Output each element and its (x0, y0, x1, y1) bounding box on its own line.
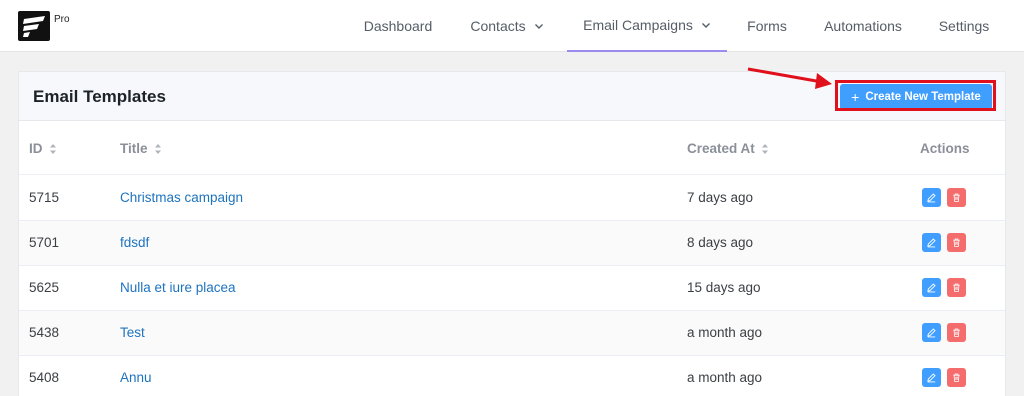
nav-forms-label: Forms (747, 18, 787, 34)
column-actions-label: Actions (920, 141, 970, 156)
template-title-link[interactable]: Test (120, 325, 145, 340)
page-title: Email Templates (33, 87, 166, 106)
column-created-at-label: Created At (687, 141, 755, 156)
template-id: 5408 (29, 370, 60, 385)
fluentcrm-logo[interactable] (18, 11, 50, 41)
nav-settings-label: Settings (938, 18, 990, 34)
nav-dashboard[interactable]: Dashboard (355, 0, 441, 52)
nav-automations-label: Automations (824, 18, 902, 34)
nav-forms[interactable]: Forms (738, 0, 796, 52)
template-created-at: a month ago (687, 370, 763, 385)
template-title-link[interactable]: Annu (120, 370, 152, 385)
table-header: ID Title Created At Actions (19, 122, 1005, 175)
trash-icon (953, 328, 960, 337)
nav-email-campaigns[interactable]: Email Campaigns (567, 0, 727, 52)
template-created-at: a month ago (687, 325, 763, 340)
pencil-icon (927, 328, 936, 338)
pencil-icon (927, 238, 936, 248)
template-id: 5438 (29, 325, 60, 340)
trash-icon (953, 283, 960, 292)
delete-button[interactable] (947, 323, 966, 342)
template-id: 5715 (29, 190, 60, 205)
edit-button[interactable] (922, 278, 941, 297)
pencil-icon (927, 283, 936, 293)
sort-icon (154, 143, 161, 154)
nav-contacts-label: Contacts (470, 18, 526, 34)
table-row: 5701 fdsdf 8 days ago (19, 221, 1005, 266)
column-actions: Actions (920, 141, 970, 156)
column-title-label: Title (120, 141, 148, 156)
column-id-label: ID (29, 141, 43, 156)
template-title-link[interactable]: fdsdf (120, 235, 149, 250)
chevron-down-icon (701, 23, 710, 28)
column-id[interactable]: ID (29, 141, 57, 156)
edit-button[interactable] (922, 233, 941, 252)
delete-button[interactable] (947, 233, 966, 252)
table-row: 5625 Nulla et iure placea 15 days ago (19, 266, 1005, 311)
sort-icon (761, 143, 768, 154)
template-title-link[interactable]: Christmas campaign (120, 190, 243, 205)
edit-button[interactable] (922, 323, 941, 342)
email-templates-card: Email Templates + Create New Template ID… (18, 71, 1006, 396)
edit-button[interactable] (922, 368, 941, 387)
pro-badge: Pro (54, 14, 70, 25)
delete-button[interactable] (947, 368, 966, 387)
template-id: 5701 (29, 235, 60, 250)
delete-button[interactable] (947, 188, 966, 207)
trash-icon (953, 193, 960, 202)
table-row: 5438 Test a month ago (19, 311, 1005, 356)
column-created-at[interactable]: Created At (687, 141, 769, 156)
template-created-at: 8 days ago (687, 235, 754, 250)
nav-contacts[interactable]: Contacts (457, 0, 557, 52)
nav-automations[interactable]: Automations (815, 0, 911, 52)
column-title[interactable]: Title (120, 141, 162, 156)
trash-icon (953, 373, 960, 382)
table-row: 5715 Christmas campaign 7 days ago (19, 176, 1005, 221)
template-created-at: 15 days ago (687, 280, 761, 295)
sort-icon (49, 143, 56, 154)
template-title-link[interactable]: Nulla et iure placea (120, 280, 236, 295)
top-navigation-bar: Pro Dashboard Contacts Email Campaigns F… (0, 0, 1024, 52)
table-row: 5408 Annu a month ago (19, 356, 1005, 396)
edit-button[interactable] (922, 188, 941, 207)
template-created-at: 7 days ago (687, 190, 754, 205)
chevron-down-icon (534, 24, 543, 29)
annotation-arrow-icon (747, 67, 832, 89)
nav-settings[interactable]: Settings (929, 0, 999, 52)
template-id: 5625 (29, 280, 60, 295)
trash-icon (953, 238, 960, 247)
nav-email-campaigns-label: Email Campaigns (583, 17, 693, 33)
delete-button[interactable] (947, 278, 966, 297)
pencil-icon (927, 193, 936, 203)
annotation-highlight-box (835, 80, 996, 111)
nav-dashboard-label: Dashboard (363, 18, 433, 34)
pencil-icon (927, 373, 936, 383)
